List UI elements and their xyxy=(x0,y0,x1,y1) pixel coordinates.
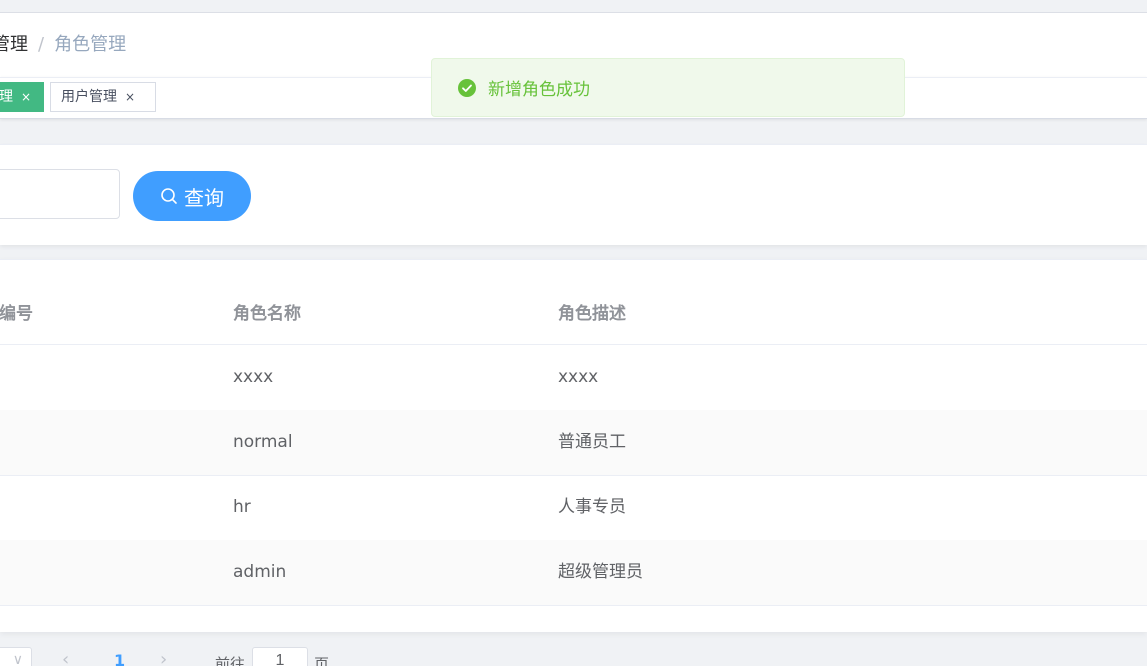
column-header-role-id: 色编号 xyxy=(0,304,33,324)
page-number-current[interactable]: 1 xyxy=(114,651,125,666)
role-name-cell: normal xyxy=(233,432,293,452)
breadcrumb-current: 角色管理 xyxy=(54,34,127,55)
search-input[interactable] xyxy=(0,169,120,219)
role-name-cell: xxxx xyxy=(233,367,274,387)
goto-label: 前往 xyxy=(215,655,246,666)
tag-active[interactable]: 理 × xyxy=(0,82,44,112)
success-message: 新增角色成功 xyxy=(431,58,905,117)
role-name-cell: admin xyxy=(233,562,287,582)
query-button-label: 查询 xyxy=(184,185,224,210)
tag-label: 理 xyxy=(0,89,13,105)
top-strip xyxy=(0,0,1147,8)
tag-label: 用户管理 xyxy=(61,89,117,105)
tag-user-management[interactable]: 用户管理 × xyxy=(50,82,156,112)
goto-page-input[interactable] xyxy=(252,647,308,666)
breadcrumb: 管理 / 角色管理 xyxy=(0,33,126,57)
chevron-down-icon: ∨ xyxy=(12,652,23,666)
role-description-cell: 人事专员 xyxy=(558,497,626,517)
table-row[interactable]: admin 超级管理员 xyxy=(0,540,1147,606)
app-root: 管理/角色管理 理× 用户管理× 查询 色编号 角色名称 角色描述 xxxx x… xyxy=(0,0,1147,666)
table-header: 色编号 角色名称 角色描述 xyxy=(0,284,1147,345)
page-size-select[interactable]: ∨ xyxy=(0,647,32,666)
breadcrumb-parent[interactable]: 管理 xyxy=(0,34,28,55)
column-header-role-name: 角色名称 xyxy=(233,304,301,324)
search-panel: 查询 xyxy=(0,144,1147,245)
prev-page-button[interactable]: ‹ xyxy=(62,649,69,666)
table-row[interactable]: xxxx xxxx xyxy=(0,345,1147,411)
role-description-cell: 超级管理员 xyxy=(558,562,643,582)
role-description-cell: xxxx xyxy=(558,367,599,387)
table-row[interactable]: normal 普通员工 xyxy=(0,410,1147,476)
page-suffix-label: 页 xyxy=(314,655,330,666)
check-circle-icon xyxy=(458,78,476,97)
pagination: ∨ ‹ 1 › 前往 页 xyxy=(0,645,1147,666)
close-icon[interactable]: × xyxy=(21,90,31,104)
column-header-role-description: 角色描述 xyxy=(558,304,626,324)
role-description-cell: 普通员工 xyxy=(558,432,626,452)
table-row[interactable]: hr 人事专员 xyxy=(0,475,1147,541)
search-icon xyxy=(161,188,177,204)
next-page-button[interactable]: › xyxy=(160,649,167,666)
close-icon[interactable]: × xyxy=(125,90,135,104)
breadcrumb-separator: / xyxy=(38,34,45,55)
role-name-cell: hr xyxy=(233,497,251,517)
toast-message: 新增角色成功 xyxy=(488,80,590,100)
role-table: 色编号 角色名称 角色描述 xxxx xxxx normal 普通员工 hr 人… xyxy=(0,259,1147,632)
query-button[interactable]: 查询 xyxy=(133,171,251,221)
